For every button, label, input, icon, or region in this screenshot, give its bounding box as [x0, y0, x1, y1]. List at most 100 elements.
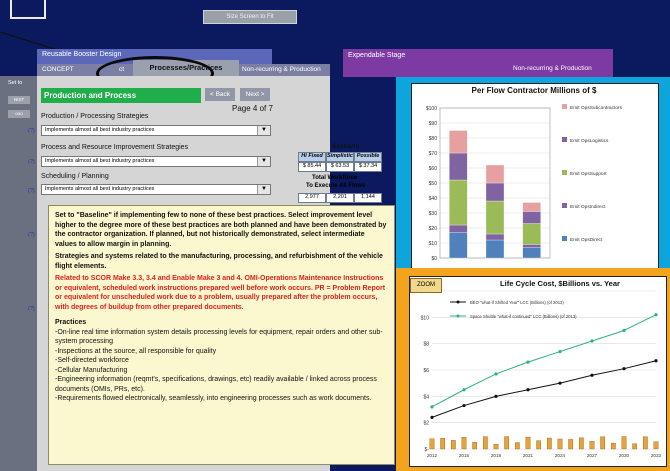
set-to-label: Set to: [8, 80, 23, 86]
bar-segment: [485, 182, 505, 202]
contractor-cost-chart: Per Flow Contractor Millions of $ $0 $10 $2…: [411, 83, 659, 271]
practice-item: -Self-directed workforce: [55, 357, 129, 364]
expendable-tab-nonrecurring[interactable]: Non-recurring & Production: [513, 65, 592, 72]
practice-item: -On-line real time information system de…: [55, 328, 383, 346]
tooltip-baseline-text: Set to "Baseline" if implementing few to…: [55, 212, 387, 248]
annual-cost-bar: [653, 441, 659, 450]
bar-segment: [522, 211, 541, 224]
to-execute-label: To Execute All Flows: [306, 183, 366, 189]
bar-segment: [449, 232, 468, 259]
set-to-button-1[interactable]: NIST: [8, 96, 30, 104]
annual-cost-bar: [600, 436, 606, 450]
series-point: [590, 339, 594, 343]
process-improvement-select[interactable]: Implements almost all best industry prac…: [41, 156, 271, 167]
practice-item: -Engineering information (reqmt's, speci…: [55, 376, 377, 393]
help-icon[interactable]: (?): [28, 188, 35, 194]
help-icon[interactable]: (?): [28, 159, 35, 165]
scenario-value-3: $ 37.34: [354, 162, 382, 172]
section-heading: Production and Process: [41, 88, 201, 103]
series-point: [590, 373, 594, 377]
y-tick-label: $8: [423, 342, 429, 348]
annual-cost-bar: [589, 440, 595, 450]
workforce-value-2: 2,201: [326, 193, 354, 203]
x-tick-label: 2021: [523, 453, 534, 458]
y-tick-label: $10: [429, 241, 438, 247]
chevron-down-icon[interactable]: ▼: [257, 126, 270, 135]
workforce-value-1: 2,977: [298, 193, 326, 203]
series-point: [654, 313, 658, 317]
legend-label: BEO "what-if Shifted Year" LCC (Billions…: [470, 300, 564, 305]
series-point: [462, 388, 466, 392]
scenario-value-2: $ 63.53: [326, 162, 354, 172]
annual-cost-bar: [536, 440, 542, 450]
legend-swatch: [562, 236, 567, 241]
next-button[interactable]: Next >: [240, 88, 270, 101]
scenario-header-1: Hi Fixed: [298, 152, 326, 162]
chevron-down-icon[interactable]: ▼: [257, 185, 270, 194]
annual-cost-bar: [504, 436, 510, 450]
series-point: [654, 359, 658, 363]
scenario-label: Scenario: [332, 143, 360, 150]
chevron-down-icon[interactable]: ▼: [257, 157, 270, 166]
tab-nonrecurring-production[interactable]: Non-recurring & Production: [242, 64, 321, 76]
y-tick-label: $6: [423, 368, 429, 374]
practice-item: -Requirements flowed electronically, sea…: [55, 395, 372, 402]
annual-cost-bar: [525, 436, 531, 450]
y-tick-label: $10: [421, 315, 430, 321]
expendable-title: Expendable Stage: [348, 52, 406, 59]
y-tick-label: $20: [429, 226, 438, 232]
series-point: [526, 360, 530, 364]
legend-swatch: [562, 137, 567, 142]
bar-segment: [522, 223, 541, 245]
annual-cost-bar: [461, 436, 467, 450]
set-to-button-2[interactable]: ooo: [8, 110, 30, 118]
series-point: [430, 415, 434, 419]
help-icon[interactable]: (?): [28, 128, 35, 134]
x-tick-label: 2033: [651, 453, 662, 458]
series-line: [431, 314, 657, 408]
select-value: Implements almost all best industry prac…: [45, 186, 155, 192]
production-strategies-select[interactable]: Implements almost all best industry prac…: [41, 125, 271, 136]
back-button[interactable]: < Back: [205, 88, 235, 101]
select-value: Implements almost all best industry prac…: [45, 158, 155, 164]
zoom-button[interactable]: ZOOM: [410, 278, 442, 293]
annual-cost-bar: [621, 436, 627, 450]
help-tooltip: Set to "Baseline" if implementing few to…: [48, 205, 395, 465]
series-point: [622, 367, 626, 371]
page-indicator: Page 4 of 7: [232, 104, 273, 113]
scenario-header-2: Simplistic: [326, 152, 354, 162]
scenario-value-1: $ 85.44: [298, 162, 326, 172]
annual-cost-bar: [440, 438, 446, 450]
annual-cost-bar: [546, 437, 552, 450]
total-workforce-label: Total Workforce: [312, 175, 358, 181]
bar-segment: [449, 130, 468, 154]
x-tick-label: 2030: [619, 453, 630, 458]
y-tick-label: $50: [429, 181, 438, 187]
legend-marker: [456, 300, 460, 304]
y-tick-label: $4: [423, 394, 429, 400]
y-tick-label: $60: [429, 166, 438, 172]
annual-cost-bar: [429, 438, 435, 450]
legend-swatch: [562, 203, 567, 208]
legend-label: Emit OpsIndirect: [570, 204, 606, 210]
annual-cost-bar: [578, 437, 584, 450]
bar-segment: [449, 224, 468, 233]
annual-cost-bar: [514, 442, 520, 450]
life-cycle-cost-chart: Life Cycle Cost, $Billions vs. Year $- $2 $…: [409, 276, 667, 467]
help-icon[interactable]: (?): [28, 232, 35, 238]
select-value: Implements almost all best industry prac…: [45, 127, 155, 133]
legend-swatch: [562, 104, 567, 109]
practice-item: -Inspections at the source, all responsi…: [55, 347, 217, 355]
window-frame-corner: [10, 0, 46, 19]
size-screen-button[interactable]: Size Screen to Fit: [203, 10, 297, 24]
scheduling-planning-select[interactable]: Implements almost all best industry prac…: [41, 184, 271, 195]
bar-segment: [449, 179, 468, 226]
series-point: [462, 403, 466, 408]
help-icon[interactable]: (?): [28, 306, 35, 312]
tab-concept[interactable]: CONCEPT: [42, 64, 74, 76]
y-tick-label: $0: [431, 256, 437, 262]
y-tick-label: $90: [429, 121, 438, 127]
workforce-value-3: 1,144: [354, 193, 382, 203]
y-tick-label: $100: [426, 106, 437, 112]
series-point: [558, 349, 562, 354]
